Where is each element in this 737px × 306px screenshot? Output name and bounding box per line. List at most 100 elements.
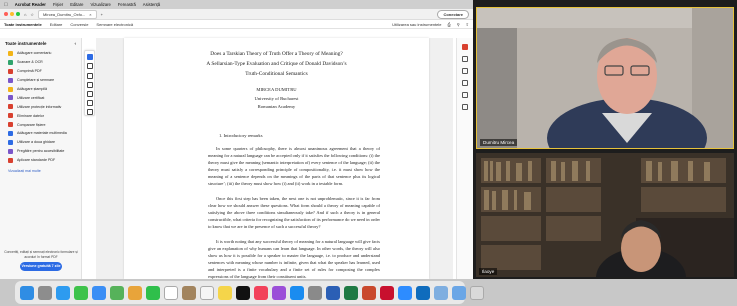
menu-view[interactable]: Vizualizare bbox=[90, 2, 110, 7]
view-more-link[interactable]: Vizualizați mai multe bbox=[0, 165, 81, 173]
excel-icon[interactable] bbox=[344, 285, 358, 300]
tool-item[interactable]: Utilizare protecție informativ bbox=[0, 102, 81, 111]
settings-icon[interactable] bbox=[308, 285, 322, 300]
quick-tools-bar bbox=[84, 50, 95, 116]
photos-icon[interactable] bbox=[128, 285, 142, 300]
trash-icon[interactable] bbox=[470, 285, 484, 300]
attachments-icon[interactable] bbox=[462, 92, 468, 98]
tool-item[interactable]: Completare și semnare bbox=[0, 76, 81, 85]
reminders-icon[interactable] bbox=[200, 285, 214, 300]
draw-icon[interactable] bbox=[86, 90, 93, 97]
tool-label: Aplicare standarde PDF bbox=[17, 158, 56, 163]
tool-item[interactable]: Scanare & OCR bbox=[0, 58, 81, 67]
zoom-icon[interactable] bbox=[86, 63, 93, 70]
acrobat-icon[interactable] bbox=[380, 285, 394, 300]
tool-item[interactable]: Adăugare comentariu bbox=[0, 49, 81, 58]
tool-icon bbox=[8, 130, 13, 136]
word-icon[interactable] bbox=[326, 285, 340, 300]
messages-icon[interactable] bbox=[74, 285, 88, 300]
outlook-icon[interactable] bbox=[416, 285, 430, 300]
tool-label: Pregătire pentru accesibilitate bbox=[17, 149, 65, 154]
free-trial-button[interactable]: Versiune gratuită 7 zile bbox=[20, 262, 62, 271]
contacts-icon[interactable] bbox=[182, 285, 196, 300]
app-menu[interactable]: Acrobat Reader bbox=[15, 2, 46, 7]
home-icon[interactable]: ⌂ bbox=[24, 12, 26, 17]
tab-all-tools[interactable]: Toate instrumentele bbox=[4, 22, 42, 27]
menu-file[interactable]: Fișier bbox=[53, 2, 63, 7]
safari-icon[interactable] bbox=[56, 285, 70, 300]
star-icon[interactable]: ☆ bbox=[30, 12, 34, 17]
select-cursor-icon[interactable] bbox=[86, 54, 93, 61]
facetime-icon[interactable] bbox=[146, 285, 160, 300]
tab-esign[interactable]: Semnare electronică bbox=[96, 22, 133, 27]
document-viewport[interactable]: Does a Tarskian Theory of Truth Offer a … bbox=[96, 38, 453, 279]
tool-item[interactable]: Comprimă PDF bbox=[0, 67, 81, 76]
connect-button[interactable]: Conectare bbox=[437, 9, 469, 19]
tool-item[interactable]: Aplicare standarde PDF bbox=[0, 156, 81, 165]
zoom-window-icon[interactable] bbox=[16, 12, 20, 16]
stamp-icon[interactable] bbox=[86, 109, 93, 116]
notes-icon[interactable] bbox=[218, 285, 232, 300]
tab-edit[interactable]: Editare bbox=[50, 22, 63, 27]
mail-icon[interactable] bbox=[92, 285, 106, 300]
powerpoint-icon[interactable] bbox=[362, 285, 376, 300]
share-label[interactable]: Utilizarea sau instrumentele bbox=[392, 22, 441, 27]
bookmarks-icon[interactable] bbox=[462, 68, 468, 74]
tool-icon bbox=[8, 59, 13, 65]
close-window-icon[interactable] bbox=[4, 12, 8, 16]
tools-panel: Toate instrumentele ‹ Adăugare comentari… bbox=[0, 38, 82, 279]
video-tile-2[interactable]: Ilaoye bbox=[476, 153, 734, 277]
preview-icon[interactable] bbox=[434, 285, 448, 300]
tool-icon bbox=[8, 50, 13, 56]
tool-icon bbox=[8, 77, 13, 83]
minimize-window-icon[interactable] bbox=[10, 12, 14, 16]
collapse-panel-icon[interactable]: ‹ bbox=[75, 41, 76, 46]
print-icon[interactable]: ⎙ bbox=[448, 22, 451, 27]
downloads-icon[interactable] bbox=[452, 285, 466, 300]
menu-help[interactable]: Asistență bbox=[143, 2, 160, 7]
right-sidebar bbox=[456, 38, 473, 279]
tool-item[interactable]: Utilizare certificat bbox=[0, 93, 81, 102]
share-icon[interactable]: ⇧ bbox=[466, 22, 469, 27]
comment-icon[interactable] bbox=[86, 72, 93, 79]
toolbar-right: Utilizarea sau instrumentele ⎙ ⚲ ⇧ bbox=[392, 22, 469, 27]
appstore-icon[interactable] bbox=[290, 285, 304, 300]
tab-bar: ⌂ ☆ Mircea_Dumitru_Oxfo... × + Conectare bbox=[0, 9, 473, 20]
maps-icon[interactable] bbox=[110, 285, 124, 300]
text-select-icon[interactable] bbox=[86, 100, 93, 107]
calendar-icon[interactable] bbox=[164, 285, 178, 300]
new-tab-icon[interactable]: + bbox=[101, 12, 103, 17]
tool-item[interactable]: Adăugare materiale multimedia bbox=[0, 129, 81, 138]
zoom-icon[interactable] bbox=[398, 285, 412, 300]
video-call-panel: Dumitru Mircea Ilaoye bbox=[473, 0, 737, 279]
podcasts-icon[interactable] bbox=[272, 285, 286, 300]
doc-subtitle-2: Truth-Conditional Semantics bbox=[245, 71, 308, 77]
highlight-icon[interactable] bbox=[86, 81, 93, 88]
tool-label: Utilizare certificat bbox=[17, 95, 45, 100]
apple-menu-icon[interactable]:  bbox=[4, 2, 8, 8]
menu-edit[interactable]: Editare bbox=[70, 2, 83, 7]
comments-icon[interactable] bbox=[462, 56, 468, 62]
tool-item[interactable]: Utilizare a doua ghidare bbox=[0, 138, 81, 147]
doc-subtitle: A Sellarsian-Type Evaluation and Critiqu… bbox=[206, 61, 347, 67]
search-icon[interactable]: ⚲ bbox=[457, 22, 460, 27]
video-tile-1[interactable]: Dumitru Mircea bbox=[476, 7, 734, 149]
tool-item[interactable]: Comparare fișiere bbox=[0, 120, 81, 129]
tv-icon[interactable] bbox=[236, 285, 250, 300]
layers-icon[interactable] bbox=[462, 104, 468, 110]
tool-label: Adăugare materiale multimedia bbox=[17, 131, 67, 136]
pdf-tools-icon[interactable] bbox=[462, 44, 468, 50]
music-icon[interactable] bbox=[254, 285, 268, 300]
tool-item[interactable]: Eliminare datelor bbox=[0, 111, 81, 120]
finder-icon[interactable] bbox=[20, 285, 34, 300]
thumbnails-icon[interactable] bbox=[462, 80, 468, 86]
close-tab-icon[interactable]: × bbox=[89, 12, 91, 17]
menu-window[interactable]: Fereastră bbox=[118, 2, 136, 7]
doc-paragraph-3: It is worth noting that any successful t… bbox=[208, 239, 380, 279]
pdf-page: Does a Tarskian Theory of Truth Offer a … bbox=[124, 38, 429, 279]
tab-convert[interactable]: Conversie bbox=[70, 22, 88, 27]
tool-item[interactable]: Adăugare ștampilă bbox=[0, 85, 81, 94]
launchpad-icon[interactable] bbox=[38, 285, 52, 300]
tool-item[interactable]: Pregătire pentru accesibilitate bbox=[0, 147, 81, 156]
document-tab[interactable]: Mircea_Dumitru_Oxfo... × bbox=[38, 9, 97, 19]
